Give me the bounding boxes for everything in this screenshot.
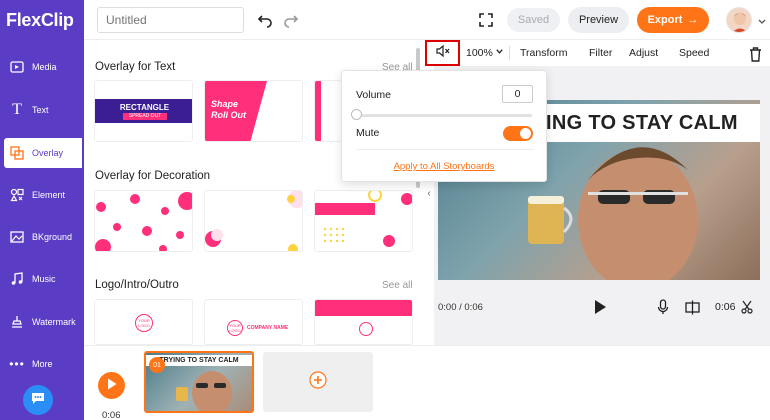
thumb-subtext: Roll Out (211, 110, 246, 120)
section-title: Overlay for Decoration (95, 170, 211, 182)
arrow-right-icon: → (687, 14, 699, 26)
overlay-thumb-shape-roll-out[interactable]: Shape Roll Out (204, 80, 303, 142)
sidebar-item-background[interactable]: BKground (4, 222, 82, 252)
section-title: Logo/Intro/Outro (95, 279, 179, 291)
thumb-subtext: SPREAD OUT (123, 113, 167, 120)
overlay-icon (9, 145, 25, 161)
sidebar-item-label: Music (32, 274, 56, 284)
element-icon (9, 187, 25, 203)
play-icon (107, 377, 117, 395)
mute-button[interactable] (425, 40, 460, 66)
timeline-time: 0:06 (102, 410, 121, 420)
more-icon: ••• (9, 357, 25, 371)
zoom-value: 100% (466, 47, 493, 59)
sidebar-item-overlay[interactable]: Overlay (4, 138, 82, 168)
chat-icon (30, 390, 46, 411)
thumb-company-name: COMPANY NAME (247, 325, 289, 331)
play-icon[interactable] (593, 299, 607, 320)
chevron-down-icon[interactable] (757, 14, 767, 24)
chevron-down-icon (495, 47, 504, 59)
volume-slider-handle[interactable] (351, 109, 362, 120)
volume-label: Volume (356, 89, 392, 101)
duration-text: 0:06 (715, 301, 736, 313)
undo-icon[interactable] (255, 10, 275, 30)
storyboard-clip[interactable]: TRYING TO STAY CALM 01 (144, 351, 254, 413)
thumb-logo-text: YOUR LOGO (227, 320, 243, 336)
collapse-panel-icon[interactable]: ‹ (424, 184, 434, 202)
saved-button[interactable]: Saved (507, 8, 560, 32)
sidebar-item-label: Overlay (32, 148, 64, 158)
chat-button[interactable] (23, 385, 53, 415)
music-icon (9, 271, 25, 287)
watermark-icon (9, 314, 25, 330)
trash-icon[interactable] (749, 45, 762, 63)
logo-thumb-3[interactable] (314, 299, 413, 345)
decoration-thumb-banner[interactable] (314, 190, 413, 252)
export-label: Export (647, 14, 683, 26)
logo-thumb-1[interactable]: YOUR LOGO (94, 299, 193, 345)
volume-input[interactable]: 0 (502, 85, 533, 103)
microphone-icon[interactable] (657, 299, 669, 320)
sidebar-item-watermark[interactable]: Watermark (4, 307, 82, 337)
background-icon (9, 229, 25, 245)
decoration-thumb-shapes[interactable] (204, 190, 303, 252)
sidebar-item-label: Text (32, 105, 49, 115)
mute-label: Mute (356, 127, 380, 139)
thumb-logo-text: YOUR LOGO (135, 314, 153, 332)
text-icon: T (12, 101, 22, 118)
sidebar-item-label: BKground (32, 232, 73, 242)
see-all-link[interactable]: See all (382, 280, 413, 291)
app-logo[interactable]: FlexClip (0, 0, 84, 40)
sidebar-item-text[interactable]: T Text (4, 95, 82, 125)
logo-text: FlexClip (6, 9, 74, 30)
split-icon[interactable] (685, 300, 700, 320)
overlay-thumb-partial[interactable] (314, 80, 342, 142)
preview-button[interactable]: Preview (568, 7, 629, 33)
sidebar-item-label: Watermark (32, 317, 76, 327)
redo-icon[interactable] (281, 10, 301, 30)
section-title: Overlay for Text (95, 61, 176, 73)
top-bar: FlexClip Saved Preview Export → (0, 0, 770, 40)
plus-icon (309, 370, 327, 394)
export-button[interactable]: Export → (637, 7, 709, 33)
overlay-thumb-rectangle[interactable]: RECTANGLE SPREAD OUT (94, 80, 193, 142)
sidebar-item-label: Element (32, 190, 66, 200)
add-storyboard-button[interactable] (263, 352, 373, 412)
playback-time: 0:00 / 0:06 (438, 302, 483, 313)
filter-button[interactable]: Filter (589, 44, 612, 62)
thumb-text: RECTANGLE (119, 103, 170, 112)
project-title-input[interactable] (97, 7, 244, 33)
adjust-button[interactable]: Adjust (629, 44, 658, 62)
divider (356, 149, 534, 150)
clip-thumbnail (176, 371, 232, 411)
transform-button[interactable]: Transform (520, 44, 567, 62)
mute-toggle[interactable] (503, 126, 533, 141)
logo-thumb-2[interactable]: YOUR LOGO COMPANY NAME (204, 299, 303, 345)
sidebar-item-label: Media (32, 62, 57, 72)
sidebar-item-music[interactable]: Music (4, 264, 82, 294)
sidebar-item-media[interactable]: Media (4, 52, 82, 82)
fullscreen-icon[interactable] (476, 10, 496, 30)
sidebar-item-more[interactable]: ••• More (4, 349, 82, 379)
decoration-thumb-dots[interactable] (94, 190, 193, 252)
apply-to-all-link[interactable]: Apply to All Storyboards (342, 161, 546, 172)
volume-popup: Volume 0 Mute Apply to All Storyboards (341, 70, 547, 182)
speed-button[interactable]: Speed (679, 44, 709, 62)
scissors-icon[interactable] (741, 300, 753, 319)
speaker-muted-icon (435, 44, 451, 63)
zoom-select[interactable]: 100% (466, 44, 504, 62)
avatar[interactable] (726, 7, 752, 33)
media-icon (9, 59, 25, 75)
timeline-play-button[interactable] (98, 372, 125, 399)
sidebar-item-label: More (32, 359, 53, 369)
sidebar-item-element[interactable]: Element (4, 180, 82, 210)
volume-slider-track[interactable] (356, 114, 532, 117)
thumb-text: Shape (211, 99, 239, 109)
